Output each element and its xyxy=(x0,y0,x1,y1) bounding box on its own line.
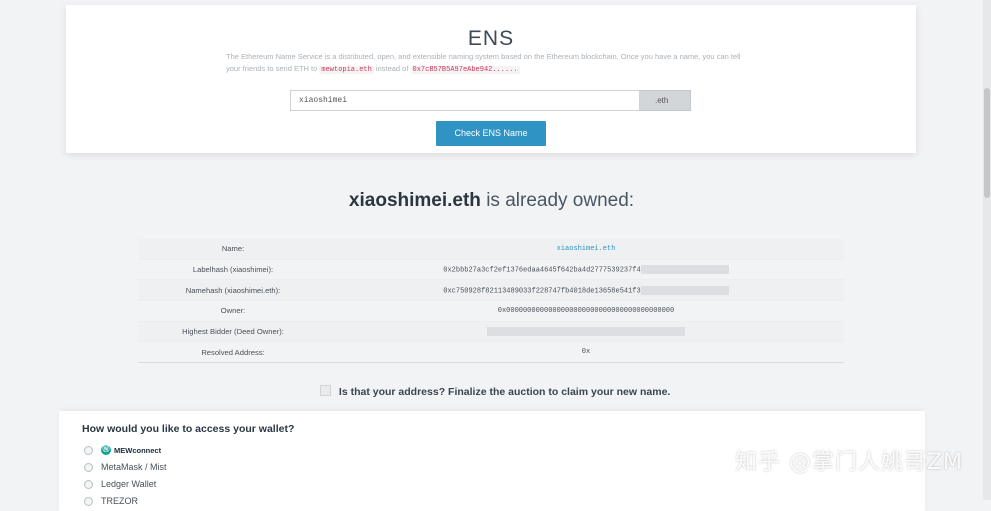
wallet-option-label: TREZOR xyxy=(101,496,138,506)
detail-row: Owner: 0x00000000000000000000000000000000… xyxy=(138,301,844,322)
wallet-option-trezor[interactable]: TREZOR xyxy=(84,496,138,506)
wallet-option-metamask[interactable]: MetaMask / Mist xyxy=(84,462,167,472)
check-ens-name-button[interactable]: Check ENS Name xyxy=(436,121,546,146)
detail-key: Owner: xyxy=(220,306,246,316)
detail-value-text: 0x2bbb27a3cf2ef1376edaa4645f642ba4d27775… xyxy=(443,266,641,275)
finalize-text: Is that your address? Finalize the aucti… xyxy=(338,386,671,398)
example-address: 0x7cB57B5A97eAbe942...... xyxy=(410,66,520,74)
radio-button[interactable] xyxy=(84,462,93,472)
ens-title: ENS xyxy=(467,27,515,50)
detail-value: 0x2bbb27a3cf2ef1376edaa4645f642ba4d27775… xyxy=(328,259,844,280)
detail-key: Resolved Address: xyxy=(201,347,265,357)
owned-ens-name: xiaoshimei.eth xyxy=(348,190,481,211)
finalize-notice: Is that your address? Finalize the aucti… xyxy=(320,385,670,398)
detail-value-text: 0xc750928f82113489033f228747fb4018de1365… xyxy=(443,286,641,295)
radio-button[interactable] xyxy=(84,479,93,489)
tld-suffix: .eth xyxy=(640,90,691,111)
ens-description-line1: The Ethereum Name Service is a distribut… xyxy=(226,52,715,61)
detail-value xyxy=(328,321,844,342)
wallet-access-heading: How would you like to access your wallet… xyxy=(82,423,295,435)
detail-value[interactable]: xiaoshimei.eth xyxy=(328,239,844,259)
example-ens-name: mewtopia.eth xyxy=(319,66,374,74)
wallet-option-ledger[interactable]: Ledger Wallet xyxy=(84,479,156,489)
detail-value-text: 0x00000000000000000000000000000000000000… xyxy=(497,306,675,315)
redacted-block xyxy=(640,264,729,274)
wallet-option-mewconnect[interactable]: Ⓝ MEWconnect xyxy=(84,445,161,455)
detail-value: 0x00000000000000000000000000000000000000… xyxy=(328,301,844,322)
detail-value: 0x xyxy=(328,342,844,363)
mewconnect-logo-icon: Ⓝ xyxy=(101,445,111,455)
watermark: 知乎 @掌门人姚哥ZM xyxy=(734,450,963,475)
ens-description: The Ethereum Name Service is a distribut… xyxy=(226,51,756,76)
detail-row: Namehash (xiaoshimei.eth): 0xc750928f8211… xyxy=(138,279,844,301)
detail-row: Name: xiaoshimei.eth xyxy=(138,239,844,260)
owned-heading: xiaoshimei.eth is already owned: xyxy=(0,190,983,212)
detail-key: Namehash (xiaoshimei.eth): xyxy=(185,285,281,295)
wallet-option-label: MEWconnect xyxy=(114,445,162,455)
wallet-option-label: MetaMask / Mist xyxy=(101,462,167,472)
ens-search-card: ENS The Ethereum Name Service is a distr… xyxy=(66,5,916,153)
page-scrollbar[interactable] xyxy=(983,0,991,500)
redacted-block xyxy=(640,285,729,295)
wallet-option-label: Ledger Wallet xyxy=(101,479,157,489)
detail-row: Highest Bidder (Deed Owner): xyxy=(138,321,844,342)
redacted-block xyxy=(487,326,685,336)
detail-row: Labelhash (xiaoshimei): 0x2bbb27a3cf2ef13… xyxy=(138,259,844,280)
detail-key: Name: xyxy=(221,244,245,254)
detail-key: Highest Bidder (Deed Owner): xyxy=(182,327,284,337)
finalize-checkbox[interactable] xyxy=(320,385,331,396)
scrollbar-thumb[interactable] xyxy=(984,88,990,198)
name-details-table: Name: xiaoshimei.eth Labelhash (xiaoshimei… xyxy=(138,239,844,363)
detail-value-text: 0x xyxy=(581,348,591,357)
radio-button[interactable] xyxy=(84,496,93,506)
detail-key: Labelhash (xiaoshimei): xyxy=(192,265,274,275)
detail-value-text: xiaoshimei.eth xyxy=(556,244,616,253)
owned-status-text: is already owned: xyxy=(486,190,635,211)
detail-row: Resolved Address: 0x xyxy=(138,342,844,363)
ens-name-input[interactable]: xiaoshimei xyxy=(290,90,640,111)
detail-value: 0xc750928f82113489033f228747fb4018de1365… xyxy=(328,280,844,301)
radio-button[interactable] xyxy=(84,445,93,455)
ens-description-middle: instead of xyxy=(375,64,409,73)
